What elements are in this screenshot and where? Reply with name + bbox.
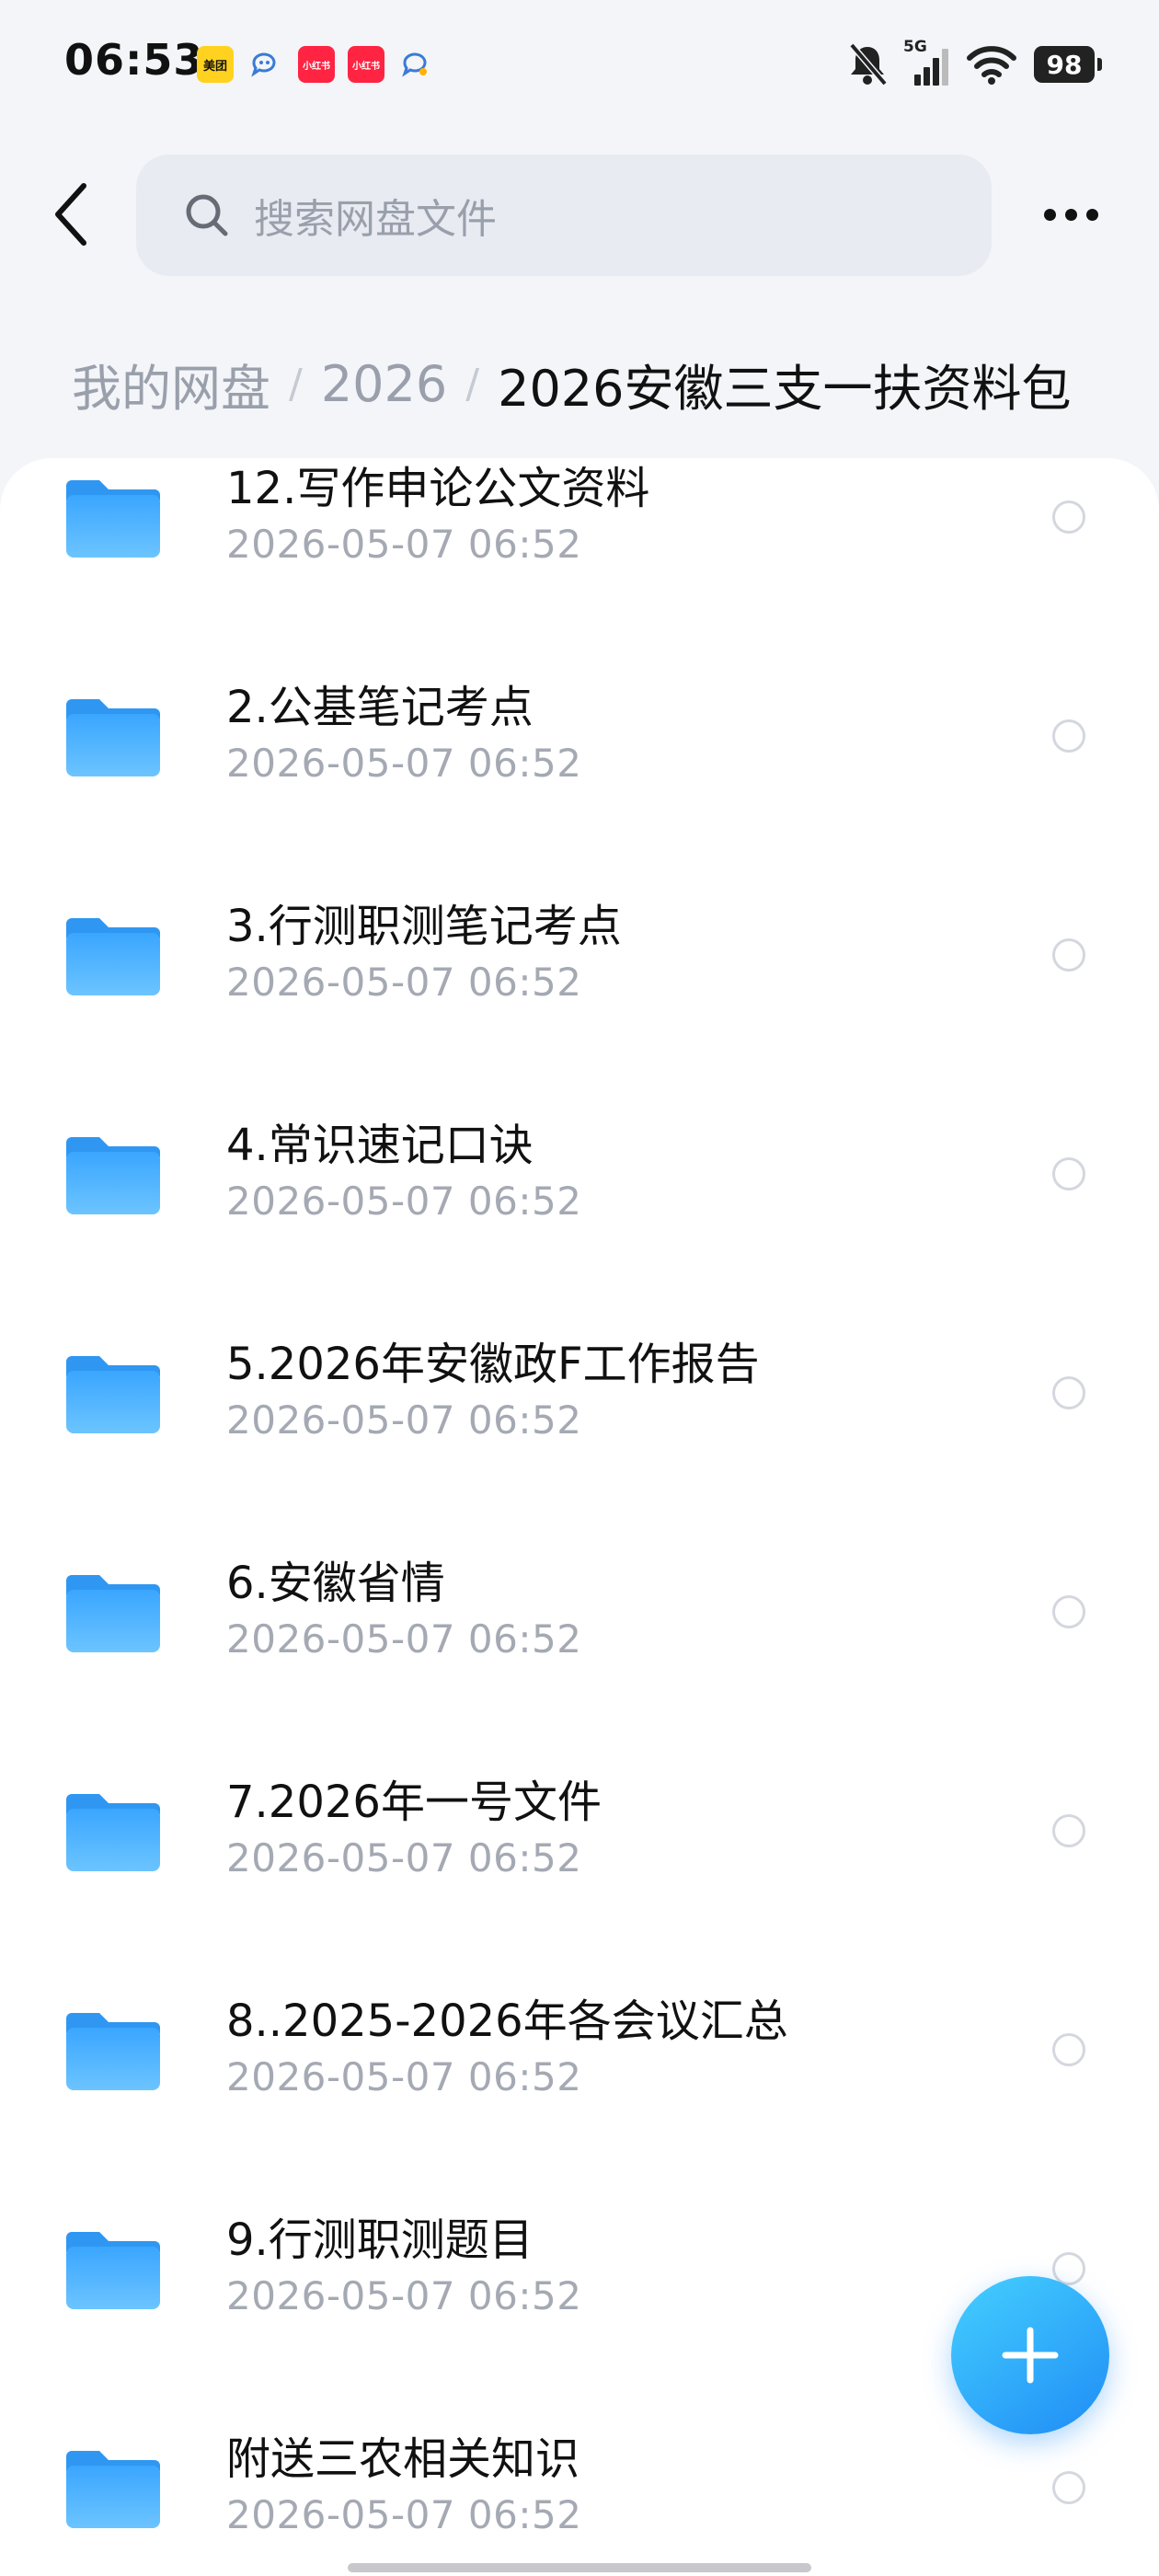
select-checkbox[interactable] bbox=[1052, 1376, 1085, 1409]
folder-name: 4.常识速记口诀 bbox=[226, 1120, 534, 1171]
folder-icon bbox=[66, 699, 160, 776]
folder-row[interactable]: 3.行测职测笔记考点 2026-05-07 06:52 bbox=[0, 845, 1159, 1064]
folder-modified-time: 2026-05-07 06:52 bbox=[226, 1835, 582, 1880]
folder-row[interactable]: 4.常识速记口诀 2026-05-07 06:52 bbox=[0, 1064, 1159, 1283]
breadcrumb: 我的网盘 / 2026 / 2026安徽三支一扶资料包 bbox=[72, 342, 1072, 425]
breadcrumb-item-root[interactable]: 我的网盘 bbox=[72, 348, 270, 420]
folder-name: 3.行测职测笔记考点 bbox=[226, 901, 622, 952]
select-checkbox[interactable] bbox=[1052, 2033, 1085, 2066]
folder-name: 2.公基笔记考点 bbox=[226, 682, 534, 733]
folder-icon bbox=[66, 1137, 160, 1214]
more-dot bbox=[1064, 208, 1077, 221]
folder-modified-time: 2026-05-07 06:52 bbox=[226, 960, 582, 1005]
folder-icon bbox=[66, 918, 160, 995]
folder-modified-time: 2026-05-07 06:52 bbox=[226, 741, 582, 786]
breadcrumb-item-current: 2026安徽三支一扶资料包 bbox=[498, 359, 1072, 418]
more-dot bbox=[1043, 208, 1056, 221]
select-checkbox[interactable] bbox=[1052, 2471, 1085, 2504]
folder-row[interactable]: 12.写作申论公文资料 2026-05-07 06:52 bbox=[0, 458, 1159, 627]
folder-modified-time: 2026-05-07 06:52 bbox=[226, 2273, 582, 2318]
system-icons: 5G 98 bbox=[846, 37, 1102, 92]
search-icon bbox=[184, 192, 230, 238]
header: 搜索网盘文件 bbox=[0, 129, 1159, 304]
folder-name: 7.2026年一号文件 bbox=[226, 1777, 602, 1828]
add-button[interactable] bbox=[951, 2276, 1109, 2434]
folder-name: 8..2025-2026年各会议汇总 bbox=[226, 1995, 788, 2047]
folder-modified-time: 2026-05-07 06:52 bbox=[226, 2054, 582, 2099]
folder-icon bbox=[66, 2013, 160, 2090]
select-checkbox[interactable] bbox=[1052, 500, 1085, 534]
select-checkbox[interactable] bbox=[1052, 719, 1085, 753]
select-checkbox[interactable] bbox=[1052, 1157, 1085, 1190]
folder-name: 6.安徽省情 bbox=[226, 1558, 445, 1609]
chat-bubble-icon bbox=[397, 46, 434, 83]
folder-name: 附送三农相关知识 bbox=[226, 2433, 580, 2485]
folder-icon bbox=[66, 1794, 160, 1871]
bell-muted-icon bbox=[849, 42, 888, 86]
breadcrumb-item-year[interactable]: 2026 bbox=[321, 355, 447, 413]
folder-modified-time: 2026-05-07 06:52 bbox=[226, 2492, 582, 2537]
search-input[interactable]: 搜索网盘文件 bbox=[136, 155, 992, 276]
folder-icon bbox=[66, 2451, 160, 2528]
wifi-icon bbox=[967, 46, 1016, 85]
folder-row[interactable]: 8..2025-2026年各会议汇总 2026-05-07 06:52 bbox=[0, 1940, 1159, 2159]
cellular-signal-icon: 5G bbox=[903, 38, 953, 87]
folder-row[interactable]: 7.2026年一号文件 2026-05-07 06:52 bbox=[0, 1721, 1159, 1940]
folder-icon bbox=[66, 1575, 160, 1652]
folder-name: 5.2026年安徽政F工作报告 bbox=[226, 1339, 760, 1390]
more-options-button[interactable] bbox=[1034, 191, 1107, 237]
chat-bubble-icon bbox=[247, 46, 283, 83]
more-dot bbox=[1085, 208, 1098, 221]
folder-row[interactable]: 2.公基笔记考点 2026-05-07 06:52 bbox=[0, 627, 1159, 845]
search-placeholder: 搜索网盘文件 bbox=[254, 196, 497, 243]
folder-row[interactable]: 5.2026年安徽政F工作报告 2026-05-07 06:52 bbox=[0, 1283, 1159, 1502]
select-checkbox[interactable] bbox=[1052, 938, 1085, 972]
battery-indicator: 98 bbox=[1034, 46, 1102, 83]
meituan-icon: 美团 bbox=[197, 46, 234, 83]
breadcrumb-separator: / bbox=[465, 360, 480, 408]
folder-modified-time: 2026-05-07 06:52 bbox=[226, 522, 582, 567]
folder-modified-time: 2026-05-07 06:52 bbox=[226, 1397, 582, 1443]
file-list-panel[interactable]: 12.写作申论公文资料 2026-05-07 06:52 2.公基笔记考点 2026-… bbox=[0, 458, 1159, 2576]
status-bar: 06:53 美团 小红书 小红书 5G 98 bbox=[0, 0, 1159, 129]
folder-icon bbox=[66, 1356, 160, 1433]
home-indicator[interactable] bbox=[348, 2563, 811, 2572]
xiaohongshu-icon: 小红书 bbox=[348, 46, 384, 83]
folder-modified-time: 2026-05-07 06:52 bbox=[226, 1616, 582, 1662]
select-checkbox[interactable] bbox=[1052, 1595, 1085, 1628]
folder-icon bbox=[66, 2232, 160, 2309]
folder-name: 9.行测职测题目 bbox=[226, 2214, 534, 2266]
folder-name: 12.写作申论公文资料 bbox=[226, 463, 650, 514]
folder-modified-time: 2026-05-07 06:52 bbox=[226, 1179, 582, 1224]
back-button[interactable] bbox=[40, 175, 101, 254]
plus-icon bbox=[1002, 2327, 1059, 2384]
chevron-left-icon bbox=[55, 183, 86, 246]
xiaohongshu-icon: 小红书 bbox=[298, 46, 335, 83]
select-checkbox[interactable] bbox=[1052, 1814, 1085, 1847]
folder-icon bbox=[66, 480, 160, 558]
breadcrumb-separator: / bbox=[289, 360, 303, 408]
status-time: 06:53 bbox=[64, 35, 204, 85]
folder-row[interactable]: 6.安徽省情 2026-05-07 06:52 bbox=[0, 1502, 1159, 1721]
